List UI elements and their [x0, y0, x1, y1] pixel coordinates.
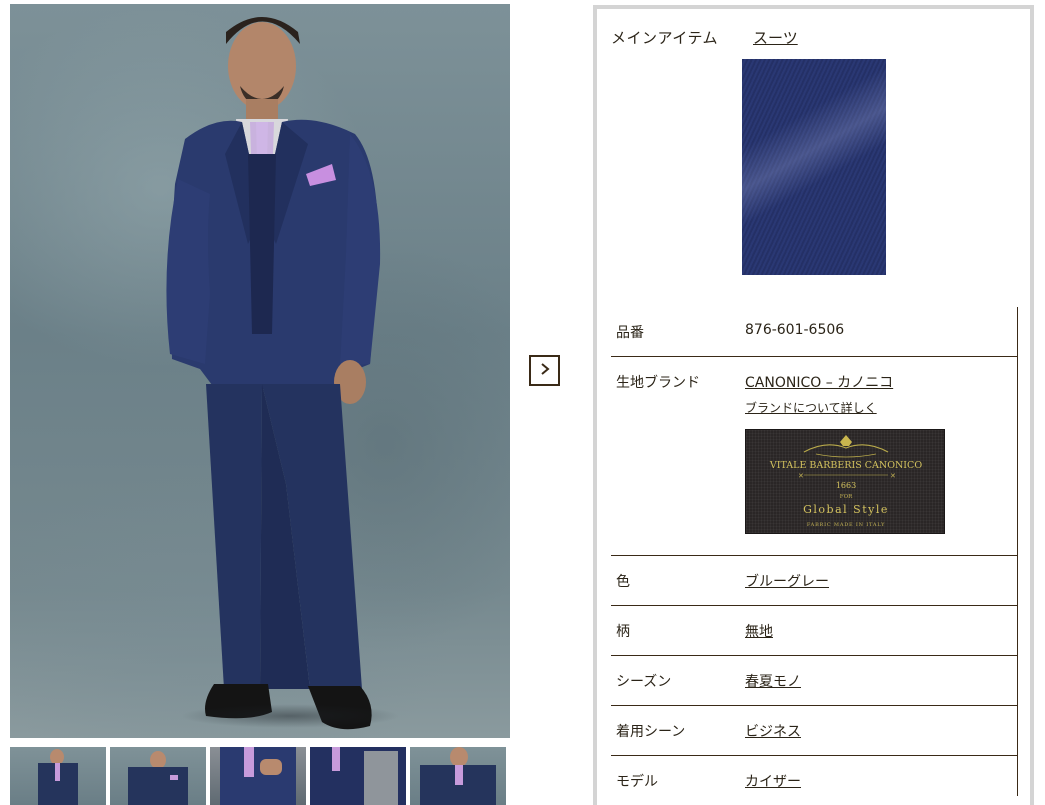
brand-label-line3: FABRIC MADE IN ITALY	[807, 522, 885, 528]
pattern-link[interactable]: 無地	[745, 621, 773, 641]
spec-row-product-number: 品番 876-601-6506	[611, 307, 1017, 357]
color-link[interactable]: ブルーグレー	[745, 571, 829, 591]
thumbnail-3[interactable]	[210, 747, 306, 805]
next-image-button[interactable]	[529, 355, 560, 386]
brand-details-link[interactable]: ブランドについて詳しく	[745, 399, 877, 416]
spec-label: 着用シーン	[616, 724, 686, 740]
thumbnail-2[interactable]	[110, 747, 206, 805]
spec-label: シーズン	[616, 674, 672, 690]
svg-text:✕: ✕	[798, 472, 804, 480]
spec-label: モデル	[616, 774, 658, 790]
thumbnail-5[interactable]	[410, 747, 506, 805]
spec-row-color: 色 ブルーグレー	[611, 556, 1017, 606]
spec-label: 品番	[616, 325, 644, 341]
floor-shadow	[180, 704, 400, 728]
brand-label-image: VITALE BARBERIS CANONICO ✕ ✕ 1663 FOR Gl…	[745, 429, 945, 534]
spec-label: 生地ブランド	[616, 375, 700, 391]
thumbnail-strip	[10, 747, 510, 805]
spec-row-fabric-brand: 生地ブランド CANONICO – カノニコ ブランドについて詳しく VITAL…	[611, 357, 1017, 556]
season-link[interactable]: 春夏モノ	[745, 671, 801, 691]
fabric-swatch-image	[742, 59, 886, 275]
chevron-right-icon	[538, 361, 552, 380]
brand-label-for: FOR	[840, 494, 853, 500]
spec-row-pattern: 柄 無地	[611, 606, 1017, 656]
spec-value: 876-601-6506	[745, 322, 845, 338]
main-item-label: メインアイテム	[611, 29, 719, 47]
thumbnail-1[interactable]	[10, 747, 106, 805]
spec-row-scene: 着用シーン ビジネス	[611, 706, 1017, 756]
spec-label: 柄	[616, 624, 630, 640]
main-product-image[interactable]	[10, 4, 510, 738]
fabric-brand-link[interactable]: CANONICO – カノニコ	[745, 372, 893, 392]
spec-table: 品番 876-601-6506 生地ブランド CANONICO – カノニコ ブ…	[611, 307, 1018, 796]
spec-label: 色	[616, 574, 630, 590]
product-details-panel: メインアイテム スーツ 品番 876-601-6506 生地ブランド CANON…	[593, 5, 1034, 805]
brand-label-year: 1663	[836, 481, 856, 490]
scene-link[interactable]: ビジネス	[745, 721, 801, 741]
brand-label-line2: Global Style	[803, 503, 889, 516]
model-figure	[166, 17, 381, 730]
main-item-link[interactable]: スーツ	[753, 27, 798, 48]
spec-row-season: シーズン 春夏モノ	[611, 656, 1017, 706]
thumbnail-4[interactable]	[310, 747, 406, 805]
spec-row-model: モデル カイザー	[611, 756, 1017, 796]
model-link[interactable]: カイザー	[745, 771, 801, 791]
svg-text:✕: ✕	[890, 472, 896, 480]
brand-label-line1: VITALE BARBERIS CANONICO	[769, 460, 922, 471]
